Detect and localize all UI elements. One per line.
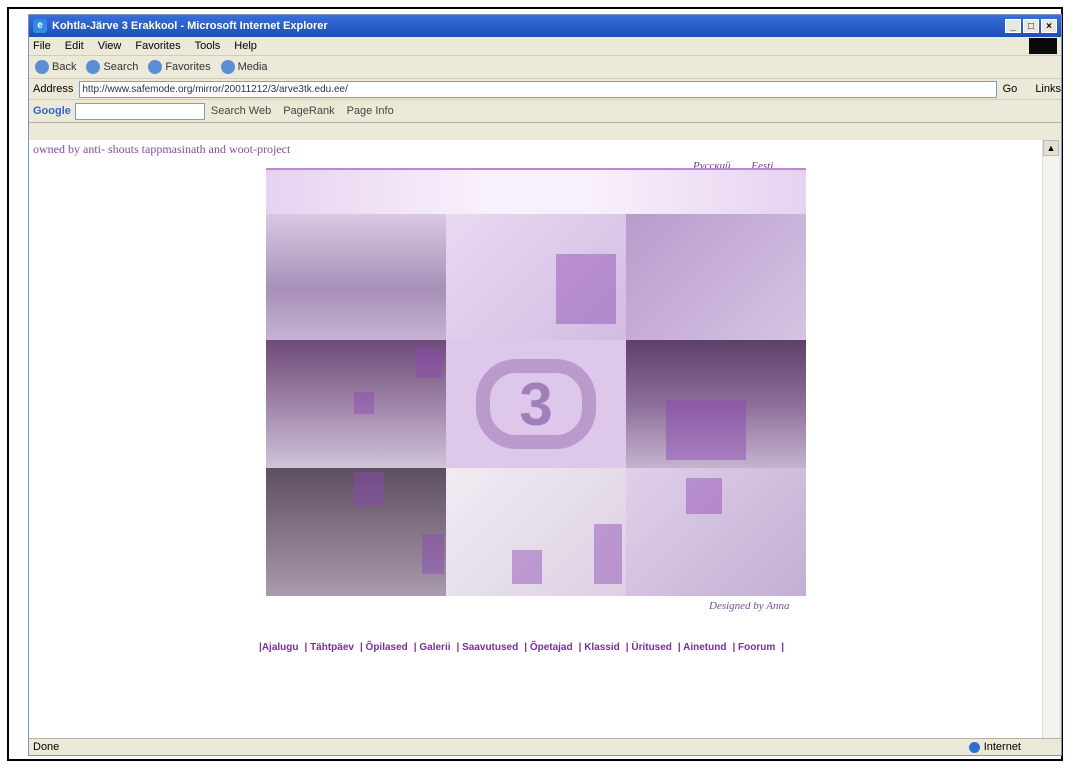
google-toolbar: Google Search Web PageRank Page Info [29,100,1061,123]
maximize-button[interactable]: □ [1023,19,1039,33]
google-logo[interactable]: Google [33,105,71,117]
menu-tools[interactable]: Tools [195,40,221,52]
photo-collage: 3 [266,214,806,596]
scroll-up-icon[interactable]: ▲ [1043,140,1059,156]
decor-square [594,524,622,584]
designed-by-text: Designed by Anna [709,600,790,612]
decor-square [556,254,616,324]
nav-link-ajalugu[interactable]: Ajalugu [262,642,299,653]
zone-label: Internet [983,741,1021,753]
decor-square [666,400,746,460]
header-banner [266,168,806,216]
back-button[interactable]: Back [35,60,76,74]
nav-link-saavutused[interactable]: Saavutused [462,642,518,653]
security-zone: Internet [968,741,1021,753]
owned-by-text: owned by anti- shouts tappmasinath and w… [33,142,291,156]
menu-edit[interactable]: Edit [65,40,84,52]
browser-window: e Kohtla-Järve 3 Erakkool - Microsoft In… [28,14,1062,756]
nav-link-opilased[interactable]: Õpilased [366,642,408,653]
decor-square [416,348,442,378]
map-photo [446,468,626,596]
go-button[interactable]: Go [1003,83,1018,95]
status-bar: Done Internet [29,738,1061,755]
decor-square [686,478,722,514]
close-button[interactable]: × [1041,19,1057,33]
ie-icon: e [33,19,47,33]
site-navigation: |Ajalugu | Tähtpäev | Õpilased | Galerii | S… [259,642,785,653]
menu-view[interactable]: View [98,40,122,52]
menu-favorites[interactable]: Favorites [135,40,180,52]
decor-square [512,550,542,584]
address-bar: Address http://www.safemode.org/mirror/2… [29,79,1061,100]
status-text: Done [33,741,60,753]
windows-logo-icon [1029,38,1057,54]
menu-bar: File Edit View Favorites Tools Help [29,37,1061,56]
title-bar: e Kohtla-Järve 3 Erakkool - Microsoft In… [29,15,1061,37]
vertical-scrollbar[interactable]: ▲ [1042,140,1059,740]
decor-square [354,472,384,506]
links-button[interactable]: Links [1035,83,1061,95]
globe-icon [968,741,980,753]
page-info-button[interactable]: Page Info [347,105,394,117]
gallery-photo [626,214,806,340]
school-building-photo [266,214,446,340]
nav-link-uritused[interactable]: Üritused [631,642,672,653]
address-label: Address [33,83,74,95]
back-arrow-icon [35,60,49,74]
students-group-photo [266,340,446,468]
nav-link-foorum[interactable]: Foorum [738,642,775,653]
teachers-group-photo [626,340,806,468]
favorites-button[interactable]: Favorites [148,60,211,74]
address-input[interactable]: http://www.safemode.org/mirror/20011212/… [79,80,997,98]
school-logo-tile: 3 [446,340,626,468]
trophies-photo [626,468,806,596]
menu-help[interactable]: Help [234,40,257,52]
media-icon [220,60,235,74]
documents-photo [446,214,626,340]
search-web-button[interactable]: Search Web [211,105,271,117]
nav-link-ainetund[interactable]: Ainetund [683,642,726,653]
school-logo-icon: 3 [476,359,596,449]
decor-square [354,392,374,414]
nav-link-tahtpaev[interactable]: Tähtpäev [310,642,354,653]
page-content: owned by anti- shouts tappmasinath and w… [29,140,1044,740]
nav-link-opetajad[interactable]: Õpetajad [530,642,573,653]
minimize-button[interactable]: _ [1005,19,1021,33]
search-icon [86,60,101,74]
star-icon [148,60,163,74]
nav-link-galerii[interactable]: Galerii [419,642,450,653]
media-button[interactable]: Media [220,60,268,74]
window-title: Kohtla-Järve 3 Erakkool - Microsoft Inte… [52,20,328,32]
classroom-photo [266,468,446,596]
decor-square [422,534,444,574]
google-search-input[interactable] [74,102,205,120]
menu-file[interactable]: File [33,40,51,52]
search-button[interactable]: Search [86,60,138,74]
standard-toolbar: Back Search Favorites Media [29,56,1061,79]
nav-link-klassid[interactable]: Klassid [584,642,620,653]
pagerank-indicator: PageRank [283,105,335,117]
